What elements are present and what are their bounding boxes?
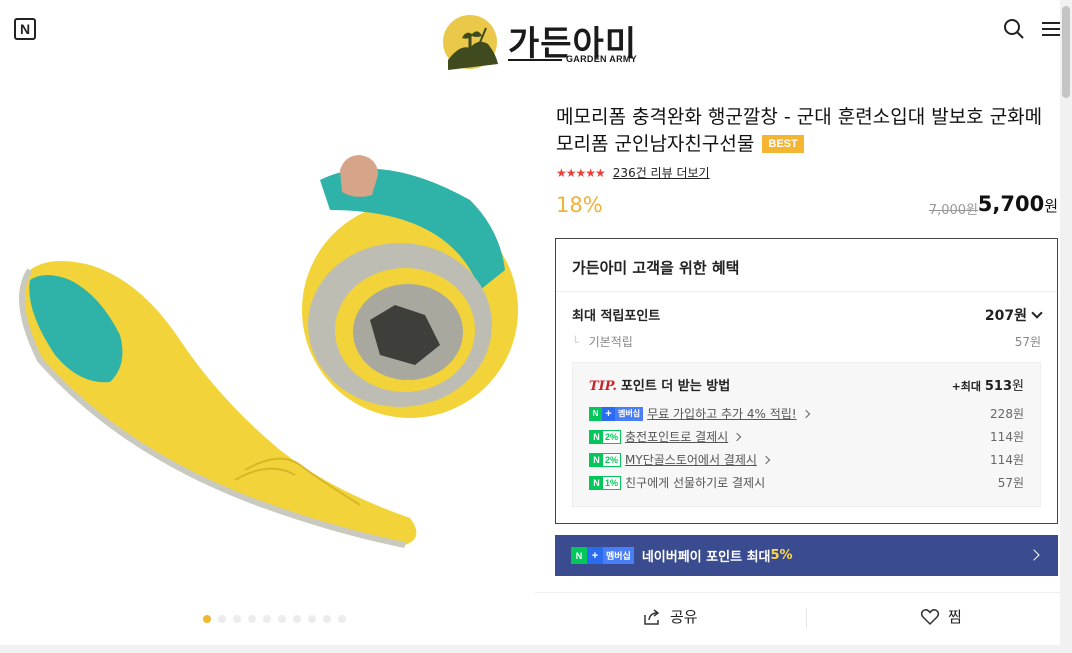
tip-max-prefix: +최대 bbox=[951, 380, 985, 393]
tip-item-membership[interactable]: N + 멤버십 무료 가입하고 추가 4% 적립! 228원 bbox=[589, 402, 1024, 425]
pagination-dot[interactable] bbox=[218, 615, 226, 623]
benefit-box: 가든아미 고객을 위한 혜택 최대 적립포인트 207원 기본적립 57원 TI… bbox=[555, 238, 1058, 524]
base-points-row: 기본적립 57원 bbox=[556, 333, 1057, 350]
sale-price: 5,700원 bbox=[978, 192, 1058, 216]
pagination-dot[interactable] bbox=[338, 615, 346, 623]
naverpay-text: 네이버페이 포인트 최대 bbox=[641, 550, 771, 565]
header: N 가든아미 GARDEN ARMY bbox=[0, 0, 1060, 88]
rating-stars: ★★★★★ bbox=[556, 165, 606, 180]
brand-logo[interactable]: 가든아미 GARDEN ARMY bbox=[440, 14, 640, 76]
heart-icon bbox=[920, 608, 940, 625]
like-button[interactable]: 찜 bbox=[920, 606, 962, 627]
naver-membership-badge: N + 멤버십 bbox=[571, 547, 634, 564]
search-icon[interactable] bbox=[1003, 18, 1025, 40]
share-icon bbox=[644, 608, 660, 625]
naverpay-pct: 5% bbox=[770, 548, 793, 563]
membership-badge-text: 멤버십 bbox=[615, 406, 644, 421]
actions-separator bbox=[806, 608, 807, 628]
base-points-label: 기본적립 bbox=[572, 333, 633, 350]
tip-item-amount: 57원 bbox=[997, 476, 1024, 490]
naver-pct-badge: N 1% bbox=[589, 475, 622, 490]
naver-n-button[interactable]: N bbox=[14, 18, 36, 40]
pct-badge-text: 1% bbox=[603, 476, 621, 489]
pagination-dot[interactable] bbox=[308, 615, 316, 623]
tip-item-amount: 114원 bbox=[990, 430, 1024, 444]
max-points-value: 207원 bbox=[984, 305, 1043, 325]
chevron-right-icon bbox=[732, 432, 742, 441]
pagination-dot[interactable] bbox=[233, 615, 241, 623]
scrollbar[interactable] bbox=[1060, 0, 1072, 653]
tip-item-label[interactable]: 무료 가입하고 추가 4% 적립! bbox=[647, 405, 797, 422]
chevron-right-icon bbox=[1028, 549, 1040, 561]
naverpay-banner[interactable]: N + 멤버십 네이버페이 포인트 최대 5% bbox=[555, 535, 1058, 576]
logo-divider bbox=[508, 59, 562, 61]
benefit-title: 가든아미 고객을 위한 혜택 bbox=[556, 239, 1057, 292]
sale-price-unit: 원 bbox=[1044, 197, 1058, 215]
naver-membership-badge: N + 멤버십 bbox=[589, 406, 644, 421]
actions-divider bbox=[535, 592, 1060, 593]
product-page: N 가든아미 GARDEN ARMY 메모리폼 충격완화 행군깔창 - 군대 훈… bbox=[0, 0, 1072, 653]
tip-item-amount: 114원 bbox=[990, 453, 1024, 467]
share-label: 공유 bbox=[670, 608, 698, 626]
pagination-dot[interactable] bbox=[323, 615, 331, 623]
naver-pct-badge: N 2% bbox=[589, 452, 622, 467]
max-points-label: 최대 적립포인트 bbox=[572, 309, 661, 324]
chevron-right-icon bbox=[801, 409, 810, 418]
tip-heading: 포인트 더 받는 방법 bbox=[620, 379, 731, 394]
tip-header: TIP. 포인트 더 받는 방법 +최대 513원 bbox=[589, 375, 1024, 394]
pagination-dot[interactable] bbox=[248, 615, 256, 623]
product-image[interactable] bbox=[0, 120, 535, 620]
best-badge: BEST bbox=[762, 135, 804, 153]
tip-item-gift: N 1% 친구에게 선물하기로 결제시 57원 bbox=[589, 471, 1024, 494]
rating-row: ★★★★★ 236건 리뷰 더보기 bbox=[556, 164, 1058, 181]
like-label: 찜 bbox=[948, 608, 962, 626]
price-row: 18% 7,000원 5,700원 bbox=[556, 189, 1058, 223]
max-points-row[interactable]: 최대 적립포인트 207원 bbox=[556, 305, 1057, 325]
product-info: 메모리폼 충격완화 행군깔창 - 군대 훈련소입대 발보호 군화메모리폼 군인남… bbox=[556, 104, 1058, 223]
pagination-dot-active[interactable] bbox=[203, 615, 211, 623]
tip-item-label: 친구에게 선물하기로 결제시 bbox=[625, 476, 766, 490]
menu-icon[interactable] bbox=[1040, 18, 1062, 40]
tip-box: TIP. 포인트 더 받는 방법 +최대 513원 N + 멤버십 무료 가입하고 추… bbox=[572, 362, 1041, 507]
tip-max: +최대 513원 bbox=[952, 375, 1024, 394]
footer-band bbox=[0, 645, 1060, 653]
max-points-amount: 207원 bbox=[984, 308, 1027, 324]
review-link[interactable]: 236건 리뷰 더보기 bbox=[613, 164, 710, 181]
membership-badge-text: 멤버십 bbox=[603, 547, 634, 564]
gallery-pagination bbox=[203, 615, 346, 623]
tip-max-unit: 원 bbox=[1012, 379, 1024, 394]
tip-item-my-store[interactable]: N 2% MY단골스토어에서 결제시 114원 bbox=[589, 448, 1024, 471]
tip-word: TIP. bbox=[589, 379, 617, 394]
product-title: 메모리폼 충격완화 행군깔창 - 군대 훈련소입대 발보호 군화메모리폼 군인남… bbox=[556, 104, 1058, 158]
chevron-right-icon bbox=[761, 455, 771, 464]
discount-rate: 18% bbox=[556, 193, 603, 217]
scrollbar-thumb[interactable] bbox=[1062, 6, 1070, 98]
pagination-dot[interactable] bbox=[293, 615, 301, 623]
logo-emblem-icon bbox=[443, 15, 498, 70]
tip-item-label[interactable]: MY단골스토어에서 결제시 bbox=[625, 451, 757, 468]
tip-item-charge-point[interactable]: N 2% 충전포인트로 결제시 114원 bbox=[589, 425, 1024, 448]
brand-subtitle: GARDEN ARMY bbox=[566, 54, 637, 64]
sale-price-value: 5,700 bbox=[977, 192, 1045, 216]
original-price: 7,000원 bbox=[928, 203, 978, 218]
share-button[interactable]: 공유 bbox=[642, 606, 698, 627]
tip-item-amount: 228원 bbox=[990, 407, 1024, 421]
naver-pct-badge: N 2% bbox=[589, 429, 622, 444]
base-points-value: 57원 bbox=[1014, 335, 1041, 349]
pct-badge-text: 2% bbox=[603, 453, 621, 466]
pagination-dot[interactable] bbox=[278, 615, 286, 623]
tip-max-value: 513 bbox=[984, 379, 1013, 394]
insole-photo bbox=[19, 155, 518, 548]
chevron-down-icon[interactable] bbox=[1031, 307, 1043, 319]
tip-item-label[interactable]: 충전포인트로 결제시 bbox=[625, 428, 728, 445]
pct-badge-text: 2% bbox=[603, 430, 621, 443]
pagination-dot[interactable] bbox=[263, 615, 271, 623]
